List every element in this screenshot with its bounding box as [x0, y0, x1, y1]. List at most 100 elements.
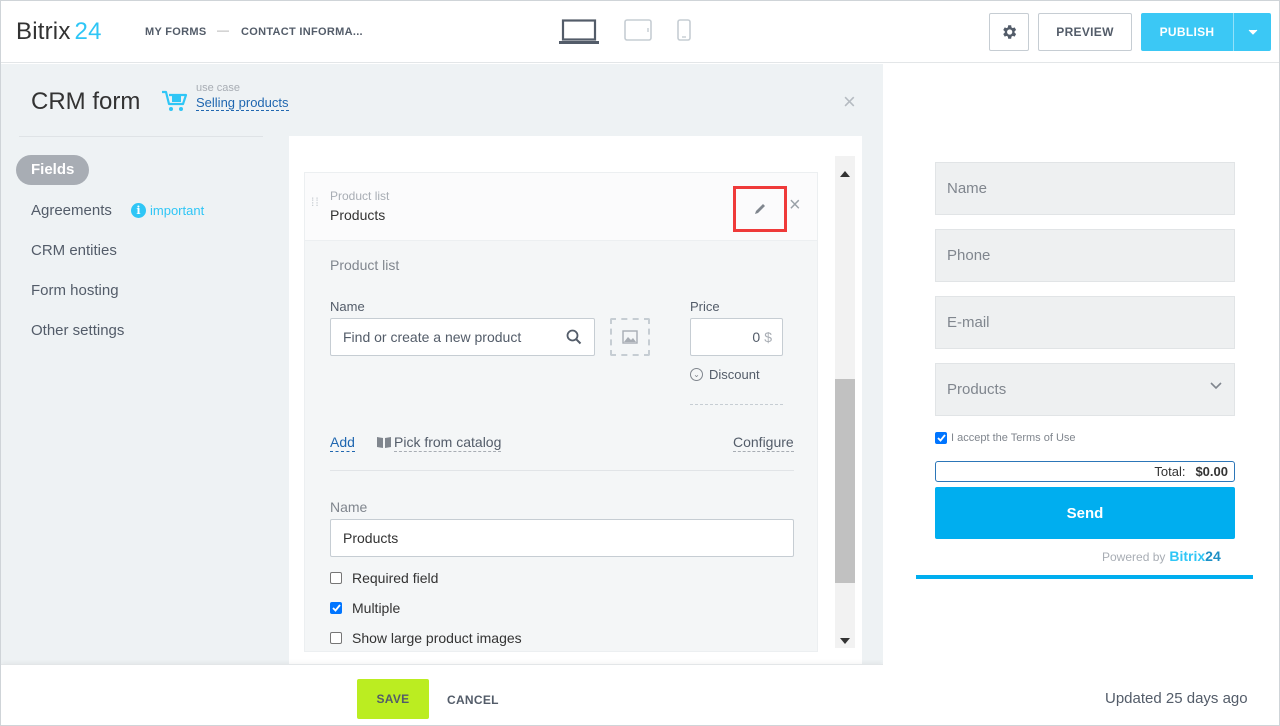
- nav-item-crm-entities[interactable]: CRM entities: [31, 242, 117, 259]
- preview-terms[interactable]: I accept the Terms of Use: [935, 432, 1076, 444]
- breadcrumb-contact-information[interactable]: CONTACT INFORMA...: [241, 26, 363, 38]
- required-field-option[interactable]: Required field: [330, 570, 438, 586]
- preview-products-label: Products: [947, 381, 1007, 398]
- publish-button[interactable]: PUBLISH: [1141, 13, 1271, 51]
- currency-symbol: $: [764, 329, 772, 345]
- price-value: 0: [752, 329, 761, 345]
- close-icon[interactable]: ×: [843, 91, 856, 113]
- large-images-label: Show large product images: [352, 630, 522, 646]
- preview-accent-bar: [916, 575, 1253, 579]
- discount-toggle[interactable]: ⌄ Discount: [690, 367, 760, 382]
- publish-label: PUBLISH: [1159, 25, 1215, 39]
- required-field-checkbox[interactable]: [330, 572, 342, 584]
- field-type-label: Product list: [330, 189, 390, 203]
- updated-timestamp: Updated 25 days ago: [1105, 690, 1248, 707]
- discount-label: Discount: [709, 367, 760, 382]
- discount-divider: [690, 404, 783, 405]
- configure-link[interactable]: Configure: [733, 434, 794, 452]
- nav-item-other-settings[interactable]: Other settings: [31, 322, 124, 339]
- logo-text: Bitrix: [16, 18, 71, 45]
- add-product-link[interactable]: Add: [330, 434, 355, 452]
- price-label: Price: [690, 299, 720, 314]
- logo[interactable]: Bitrix 24: [16, 18, 102, 46]
- checkmark-icon: [331, 604, 341, 612]
- drag-handle-icon[interactable]: ⁞⁞: [311, 196, 320, 208]
- nav-item-fields[interactable]: Fields: [16, 155, 90, 185]
- total-label: Total:: [1154, 464, 1186, 479]
- breadcrumb-my-forms[interactable]: MY FORMS: [145, 26, 206, 38]
- scrollbar-thumb[interactable]: [835, 379, 855, 583]
- pencil-icon: [755, 204, 765, 214]
- multiple-checkbox[interactable]: [330, 602, 342, 614]
- preview-total: Total: $0.00: [935, 461, 1235, 482]
- terms-checkbox[interactable]: [935, 432, 947, 444]
- brand-number: 24: [1205, 548, 1221, 564]
- info-icon: i: [131, 203, 146, 218]
- required-field-label: Required field: [352, 570, 439, 586]
- product-name-label: Name: [330, 299, 365, 314]
- remove-field-icon[interactable]: ×: [789, 195, 801, 215]
- pick-from-catalog-link[interactable]: Pick from catalog: [394, 434, 502, 452]
- edit-field-button[interactable]: [733, 186, 787, 232]
- form-editor-panel: CRM form use case Selling products × Fie…: [1, 64, 883, 664]
- field-name-input[interactable]: Products: [330, 519, 794, 557]
- product-search-placeholder: Find or create a new product: [343, 329, 522, 345]
- preview-phone-field[interactable]: Phone: [935, 229, 1235, 282]
- use-case-caption: use case: [196, 82, 241, 94]
- product-image-placeholder[interactable]: [610, 318, 650, 356]
- gear-icon: [1003, 25, 1017, 39]
- page-title: CRM form: [31, 88, 141, 115]
- terms-label: I accept the Terms of Use: [951, 432, 1076, 444]
- powered-by[interactable]: Powered by Bitrix24: [1102, 548, 1221, 564]
- scroll-up-icon[interactable]: [840, 164, 850, 182]
- section-label: Product list: [330, 257, 400, 273]
- breadcrumb-separator: —: [217, 23, 229, 37]
- catalog-book-icon: [377, 435, 391, 453]
- preview-products-select[interactable]: Products: [935, 363, 1235, 416]
- total-value: $0.00: [1195, 464, 1228, 479]
- nav-item-form-hosting[interactable]: Form hosting: [31, 282, 119, 299]
- nav-item-agreements[interactable]: Agreements: [31, 202, 112, 219]
- checkmark-icon: [936, 434, 946, 442]
- preview-name-field[interactable]: Name: [935, 162, 1235, 215]
- section-divider: [330, 470, 794, 471]
- shopping-cart-icon: [161, 89, 189, 118]
- use-case-link[interactable]: Selling products: [196, 96, 289, 111]
- multiple-option[interactable]: Multiple: [330, 600, 400, 616]
- phone-icon[interactable]: [677, 19, 691, 46]
- preview-email-field[interactable]: E-mail: [935, 296, 1235, 349]
- important-badge[interactable]: i important: [131, 203, 204, 218]
- product-list-field-card: ⁞⁞ Product list Products × Product list …: [304, 172, 818, 652]
- field-name-label: Name: [330, 499, 368, 515]
- field-card-header[interactable]: ⁞⁞ Product list Products ×: [305, 173, 817, 241]
- preview-button[interactable]: PREVIEW: [1038, 13, 1132, 51]
- logo-number: 24: [74, 18, 102, 45]
- brand-text: Bitrix: [1169, 548, 1206, 564]
- bottom-bar: SAVE CANCEL: [1, 664, 883, 725]
- powered-by-brand: Bitrix24: [1169, 548, 1220, 564]
- multiple-label: Multiple: [352, 600, 401, 616]
- caret-down-icon: [1248, 29, 1257, 35]
- important-label: important: [150, 203, 205, 218]
- fields-list: ⁞⁞ Product list Products × Product list …: [289, 136, 862, 664]
- image-icon: [622, 330, 638, 344]
- nav-divider: [19, 136, 263, 137]
- large-images-checkbox[interactable]: [330, 632, 342, 644]
- scroll-down-icon[interactable]: [840, 631, 850, 649]
- large-images-option[interactable]: Show large product images: [330, 630, 522, 646]
- product-search-input[interactable]: Find or create a new product: [330, 318, 595, 356]
- chevron-down-icon: [1210, 382, 1222, 390]
- price-input[interactable]: 0 $: [690, 318, 783, 356]
- chevron-down-icon: ⌄: [690, 368, 703, 381]
- top-bar: Bitrix24 MY FORMS — CONTACT INFORMA...: [1, 1, 1279, 63]
- save-button[interactable]: SAVE: [357, 679, 429, 719]
- powered-by-label: Powered by: [1102, 550, 1166, 564]
- publish-menu-toggle[interactable]: [1234, 29, 1271, 35]
- app-window: Bitrix24 MY FORMS — CONTACT INFORMA...: [0, 0, 1280, 726]
- tablet-icon[interactable]: [624, 19, 652, 46]
- laptop-icon[interactable]: [559, 19, 599, 50]
- field-title: Products: [330, 207, 386, 223]
- cancel-button[interactable]: CANCEL: [447, 693, 499, 707]
- settings-button[interactable]: [989, 13, 1029, 51]
- preview-send-button[interactable]: Send: [935, 487, 1235, 539]
